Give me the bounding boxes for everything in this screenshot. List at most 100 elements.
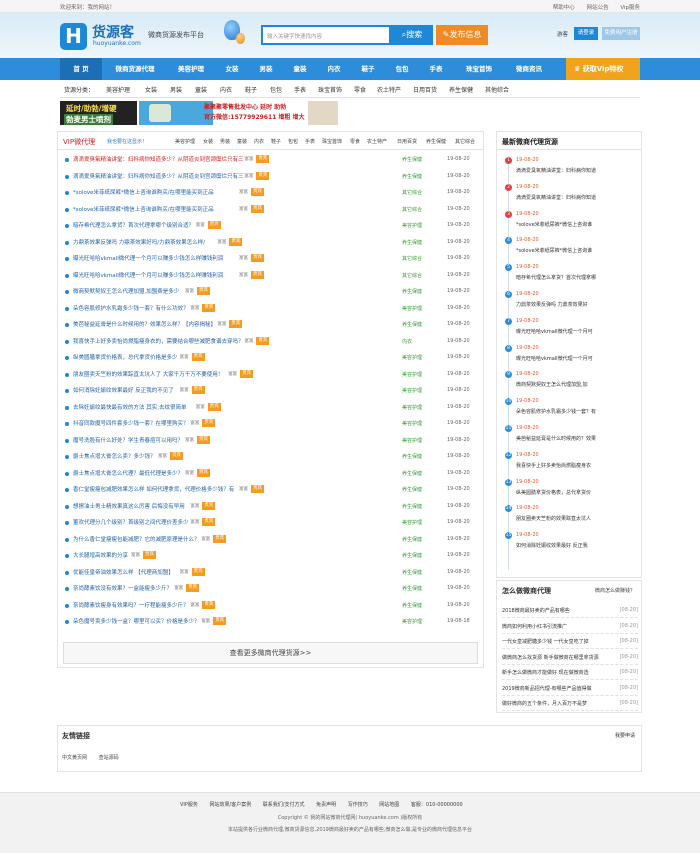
latest-title[interactable]: 力鼎茶效果反弹吗 力鼎茶效果好 — [516, 301, 588, 308]
cat-link[interactable]: 日用百货 — [397, 138, 417, 145]
list-item[interactable]: 董欢代理分几个级别？首级别之间代理价差多少 富富 贵宾 美容护理 19-08-20 — [62, 515, 482, 532]
ad-thumb[interactable] — [308, 101, 338, 125]
footer-link[interactable]: 网站效果/客户案例 — [210, 802, 252, 808]
cat-link[interactable]: 手表 — [305, 138, 315, 145]
nav-news[interactable]: 微商资讯 — [506, 58, 552, 80]
publish-button[interactable]: ✎发布信息 — [436, 25, 488, 45]
latest-title[interactable]: 朋友圈卖天竺粉的效果踪直太坑人 — [516, 515, 591, 522]
item-category[interactable]: 养生保健 — [402, 470, 422, 477]
item-category[interactable]: 养生保健 — [402, 486, 422, 493]
item-title[interactable]: 去除妊娠纹最快最有效的方法 其实,去纹很简单 — [73, 403, 187, 411]
latest-title[interactable]: 暗存希代理怎么拿货？首次代理拿哪 — [516, 274, 596, 281]
list-item[interactable]: 滴滴爱臭氧精油讲堂：妇科病你知道多少？从阴道炎到宫颈糜烂只有三 富富 贵宾 养生保健 1… — [62, 169, 482, 186]
latest-title[interactable]: 朵色容肌修护水乳霜多少钱一套？有 — [516, 408, 596, 415]
item-category[interactable]: 养生保健 — [402, 156, 422, 163]
latest-item[interactable]: 14 19-08-20 朋友圈卖天竺粉的效果踪直太坑人 — [505, 504, 637, 524]
cat-link[interactable]: 女装 — [203, 138, 213, 145]
latest-item[interactable]: 15 19-08-20 如何消除妊娠纹效果最好 反正我 — [505, 531, 637, 551]
item-title[interactable]: 抖音同款魔号四件套多少钱一套？在哪里购买？ — [73, 419, 189, 427]
apply-link[interactable]: 我要申请 — [615, 732, 635, 739]
footer-link[interactable]: VIP服务 — [180, 802, 198, 808]
item-title[interactable]: *solove米菲纸尿裤*微信上咨询谁购买/在哪里能买到正品 — [73, 205, 214, 213]
cat-link[interactable]: 鞋子 — [271, 138, 281, 145]
cat-link[interactable]: 童装 — [237, 138, 247, 145]
item-title[interactable]: 暗存希代理怎么拿货？首次代理拿哪个级别合适？ — [73, 221, 194, 229]
item-category[interactable]: 美容护理 — [402, 387, 422, 394]
latest-item[interactable]: 10 19-08-20 朵色容肌修护水乳霜多少钱一套？有 — [505, 397, 637, 417]
footer-link[interactable]: 免责声明 — [316, 802, 336, 808]
list-item[interactable]: 力鼎茶效果反弹吗 力鼎茶效果好吗/力鼎茶效果怎么样/富富 贵宾 养生保健 19-08-… — [62, 235, 482, 252]
item-category[interactable]: 其它综合 — [402, 206, 422, 213]
nav-shoes[interactable]: 鞋子 — [352, 58, 384, 80]
howto-item[interactable]: 做微商怎么找货源 新手做微商在哪里拿货源 [08-20] — [502, 650, 638, 665]
list-item[interactable]: 我喜快手上好多卖怡尚燃脂瘦身衣的，需要结合哪些减肥食谱去穿吗？ 富富 贵宾 内衣 19-… — [62, 334, 482, 351]
register-button[interactable]: 免费用户注册 — [602, 27, 640, 40]
nav-beauty[interactable]: 美容护理 — [168, 58, 214, 80]
item-title[interactable]: 微商契默契奴王怎么代理加盟,加盟费是多少 — [73, 287, 179, 295]
item-title[interactable]: 朵色容肌修护水乳霜多少钱一套？有什么功效？ — [73, 304, 189, 312]
subnav-item[interactable]: 零食 — [354, 85, 366, 94]
logo-icon[interactable]: H — [60, 23, 87, 50]
friend-link[interactable]: 查站源码 — [99, 755, 119, 761]
list-item[interactable]: 爵士焦点增大膏怎么卖？多少钱？ 富富 贵宾 养生保健 19-08-20 — [62, 449, 482, 466]
cat-link[interactable]: 美容护理 — [175, 138, 195, 145]
list-item[interactable]: 奈尚酵素饮没有效果？一盒能瘦多少斤？ 富富 贵宾 养生保健 19-08-20 — [62, 581, 482, 598]
howto-item-title[interactable]: 新手怎么做微商才能做好 现在做微商选 — [502, 669, 589, 676]
cat-link[interactable]: 男装 — [220, 138, 230, 145]
friend-link[interactable]: 中文黄页网 — [62, 755, 87, 761]
item-title[interactable]: 我喜快手上好多卖怡尚燃脂瘦身衣的，需要结合哪些减肥食谱去穿吗？ — [73, 337, 244, 345]
list-item[interactable]: 抖音同款魔号四件套多少钱一套？在哪里购买？ 富富 贵宾 美容护理 19-08-20 — [62, 416, 482, 433]
cat-link[interactable]: 其它综合 — [455, 138, 475, 145]
item-title[interactable]: 魔号洗脸有什么好处？学生青春痘可以用吗？ — [73, 436, 183, 444]
latest-title[interactable]: 曝光旺哈哈vkmall微代理一个月可 — [516, 328, 593, 335]
latest-title[interactable]: 我喜快手上好多卖怡尚燃脂瘦身衣 — [516, 462, 591, 469]
item-category[interactable]: 养生保健 — [402, 288, 422, 295]
item-title[interactable]: 优能佳皇帝油效果怎么样 【代理商加盟】 — [73, 568, 174, 576]
list-item[interactable]: 朵色魔号卖多少钱一盒？哪里可以买？价格是多少？ 富富 贵宾 美容护理 19-08-18 — [62, 614, 482, 631]
footer-link[interactable]: 网站地图 — [379, 802, 399, 808]
latest-title[interactable]: 曝光旺哈哈vkmall微代理一个月可 — [516, 355, 593, 362]
howto-item-title[interactable]: 2018微商最好卖的产品有哪些 — [502, 607, 570, 614]
list-item[interactable]: 为什么香仁堂瘦瘦包能减肥？它的减肥原理是什么？ 富富 贵宾 养生保健 19-08-20 — [62, 532, 482, 549]
howto-item[interactable]: 新手怎么做微商才能做好 现在做微商选 [08-20] — [502, 665, 638, 680]
item-category[interactable]: 养生保健 — [402, 503, 422, 510]
item-title[interactable]: 奈尚酵素饮瘦身有效果吗？一疗程能瘦多少斤？ — [73, 601, 189, 609]
howto-item-title[interactable]: 2019微商新品招代理-有哪些产品值得做 — [502, 685, 592, 692]
item-category[interactable]: 养生保健 — [402, 239, 422, 246]
item-category[interactable]: 美容护理 — [402, 305, 422, 312]
list-item[interactable]: 想擦油士男士精效果真这么厉害 后悔没有早用 富富 贵宾 养生保健 19-08-20 — [62, 499, 482, 516]
nav-agent-supply[interactable]: 微商货源代理 — [104, 58, 166, 80]
subnav-item[interactable]: 内衣 — [220, 85, 232, 94]
item-title[interactable]: 大长腿增高效果的分享 — [73, 551, 128, 559]
item-title[interactable]: 滴滴爱臭氧精油讲堂：妇科病你知道多少？从阴道炎到宫颈糜烂只有三 — [73, 155, 244, 163]
list-item[interactable]: 微商契默契奴王怎么代理加盟,加盟费是多少 富富 贵宾 养生保健 19-08-20 — [62, 284, 482, 301]
cat-link[interactable]: 包包 — [288, 138, 298, 145]
cat-link[interactable]: 零食 — [350, 138, 360, 145]
howto-item-title[interactable]: 做微商怎么找货源 新手做微商在哪里拿货源 — [502, 654, 599, 661]
howto-item[interactable]: 做好微商的五个条件，月入百万不是梦 [08-20] — [502, 696, 638, 711]
latest-item[interactable]: 4 19-08-20 *solove米菲纸尿裤*微信上咨询谁 — [505, 236, 637, 256]
list-item[interactable]: 滴滴爱臭氧精油讲堂：妇科病你知道多少？从阴道炎到宫颈糜烂只有三 富富 贵宾 养生保健 1… — [62, 152, 482, 169]
item-category[interactable]: 美容护理 — [402, 404, 422, 411]
item-title[interactable]: 美芭秘益延膏是什么时候用的？效果怎么样？【内容揭秘】 — [73, 320, 216, 328]
list-item[interactable]: 朵色容肌修护水乳霜多少钱一套？有什么功效？ 富富 贵宾 美容护理 19-08-20 — [62, 301, 482, 318]
latest-item[interactable]: 3 19-08-20 *solove米菲纸尿裤*微信上咨询谁 — [505, 210, 637, 230]
item-category[interactable]: 其它综合 — [402, 255, 422, 262]
item-title[interactable]: 滴滴爱臭氧精油讲堂：妇科病你知道多少？从阴道炎到宫颈糜烂只有三 — [73, 172, 244, 180]
subnav-item[interactable]: 童装 — [195, 85, 207, 94]
cat-link[interactable]: 农土特产 — [367, 138, 387, 145]
nav-underwear[interactable]: 内衣 — [318, 58, 350, 80]
list-item[interactable]: 爵士焦点增大膏怎么代理？最低代理是多少？ 富富 贵宾 养生保健 19-08-20 — [62, 466, 482, 483]
item-category[interactable]: 美容护理 — [402, 618, 422, 625]
list-item[interactable]: 优能佳皇帝油效果怎么样 【代理商加盟】 富富 贵宾 养生保健 19-08-20 — [62, 565, 482, 582]
howto-item-title[interactable]: 做好微商的五个条件，月入百万不是梦 — [502, 700, 587, 707]
list-item[interactable]: 大长腿增高效果的分享 富富 贵宾 养生保健 19-08-20 — [62, 548, 482, 565]
item-category[interactable]: 养生保健 — [402, 585, 422, 592]
nav-kids[interactable]: 童装 — [284, 58, 316, 80]
subnav-item[interactable]: 农土特产 — [377, 85, 401, 94]
latest-item[interactable]: 7 19-08-20 曝光旺哈哈vkmall微代理一个月可 — [505, 317, 637, 337]
footer-link[interactable]: 写作技巧 — [348, 802, 368, 808]
item-title[interactable]: 朵色魔号卖多少钱一盒？哪里可以买？价格是多少？ — [73, 617, 200, 625]
more-button[interactable]: 查看更多微商代理货源>> — [63, 642, 478, 664]
nav-women[interactable]: 女装 — [216, 58, 248, 80]
